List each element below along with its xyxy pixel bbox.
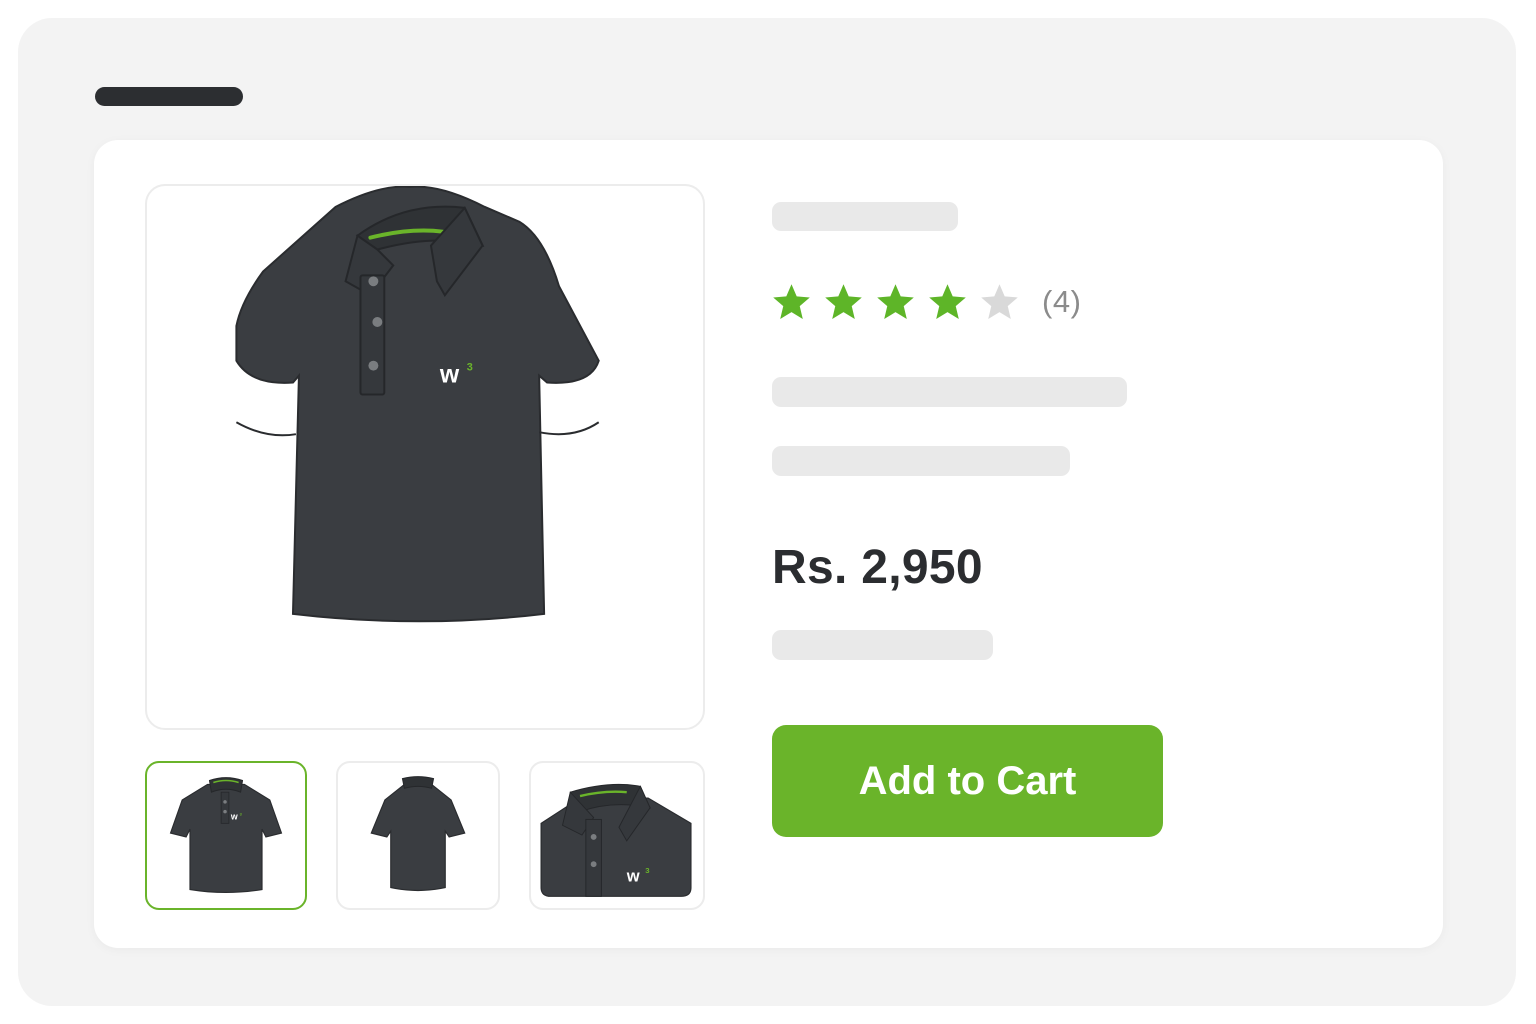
thumbnail-logo-superscript: 3	[645, 866, 650, 875]
thumbnail-collar-closeup[interactable]: w 3	[529, 761, 705, 910]
description-placeholder-line-1	[772, 377, 1127, 407]
add-to-cart-button[interactable]: Add to Cart	[772, 725, 1163, 837]
star-empty-icon	[978, 281, 1021, 324]
polo-shirt-collar-closeup-thumbnail: w 3	[540, 783, 692, 897]
rating-count[interactable]: (4)	[1042, 284, 1081, 320]
thumbnail-logo-text: w	[230, 811, 238, 821]
brand-logo-superscript: 3	[467, 362, 473, 374]
description-placeholder-line-2	[772, 446, 1070, 476]
header-placeholder-bar	[95, 87, 243, 106]
thumbnail-logo-text: w	[626, 867, 640, 886]
star-filled-icon	[926, 281, 969, 324]
brand-logo-text: w	[439, 362, 460, 389]
price-note-placeholder	[772, 630, 993, 660]
thumbnail-back[interactable]	[336, 761, 500, 910]
polo-shirt-front-image: w 3	[235, 186, 600, 623]
polo-shirt-front-thumbnail: w 3	[169, 777, 283, 893]
product-price: Rs. 2,950	[772, 541, 983, 594]
star-filled-icon	[770, 281, 813, 324]
product-rating[interactable]: (4)	[770, 278, 1081, 326]
main-product-image[interactable]: w 3	[145, 184, 705, 730]
polo-shirt-back-thumbnail	[370, 776, 466, 892]
star-filled-icon	[874, 281, 917, 324]
star-filled-icon	[822, 281, 865, 324]
product-title-placeholder	[772, 202, 958, 231]
thumbnail-front[interactable]: w 3	[145, 761, 307, 910]
